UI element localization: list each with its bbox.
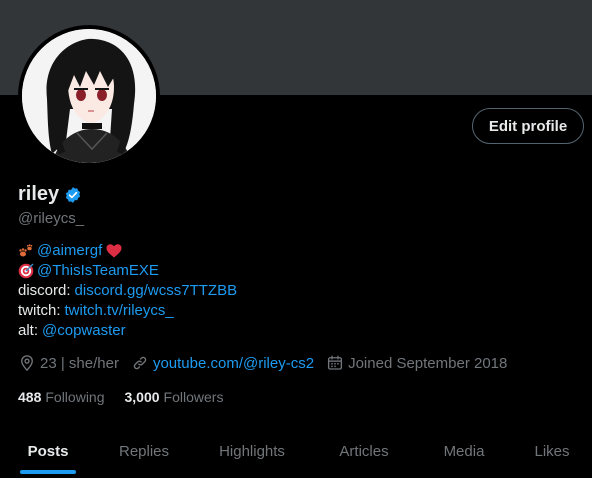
meta-website: youtube.com/@riley-cs2 <box>131 354 314 372</box>
followers-link[interactable]: 3,000 Followers <box>125 389 224 405</box>
tab-articles[interactable]: Articles <box>312 425 416 478</box>
link-icon <box>133 356 147 370</box>
meta-location-text: 23 | she/her <box>40 354 119 372</box>
tab-posts[interactable]: Posts <box>0 425 96 478</box>
bio-mention-aimergf[interactable]: @aimergf <box>37 241 102 261</box>
location-pin-icon <box>21 355 33 372</box>
bio-alt-label: alt: <box>18 322 39 339</box>
following-link[interactable]: 488 Following <box>18 389 105 405</box>
tab-highlights-label: Highlights <box>219 443 285 460</box>
bio-line-twitch: twitch: twitch.tv/rileycs_ <box>18 301 237 321</box>
meta-location: 23 | she/her <box>18 354 119 372</box>
bio-line-2: @ThisIsTeamEXE <box>18 261 237 281</box>
handle: @rileycs_ <box>18 210 85 227</box>
active-tab-indicator <box>20 470 76 474</box>
avatar-image <box>22 29 156 163</box>
meta-website-link[interactable]: youtube.com/@riley-cs2 <box>153 355 314 372</box>
tab-posts-label: Posts <box>27 443 69 460</box>
following-count: 488 <box>18 389 42 405</box>
bio: @aimergf @ThisIsTeamEXE discord: discord… <box>18 241 237 341</box>
following-label: Following <box>45 389 105 405</box>
tab-articles-label: Articles <box>339 443 389 460</box>
tab-media-label: Media <box>443 443 485 460</box>
bio-line-discord: discord: discord.gg/wcss7TTZBB <box>18 281 237 301</box>
tab-likes[interactable]: Likes <box>512 425 592 478</box>
target-icon <box>18 263 34 279</box>
bio-alt-link[interactable]: @copwaster <box>42 321 126 341</box>
bio-discord-label: discord: <box>18 282 71 299</box>
followers-count: 3,000 <box>124 389 160 405</box>
tab-media[interactable]: Media <box>416 425 512 478</box>
profile-tabs: Posts Replies Highlights Articles Media … <box>0 425 592 478</box>
bio-line-1: @aimergf <box>18 241 237 261</box>
avatar[interactable] <box>18 25 160 167</box>
bio-discord-link[interactable]: discord.gg/wcss7TTZBB <box>75 281 238 301</box>
bio-twitch-label: twitch: <box>18 302 61 319</box>
tab-replies[interactable]: Replies <box>96 425 192 478</box>
meta-joined: Joined September 2018 <box>326 354 507 372</box>
paw-prints-icon <box>19 244 33 257</box>
display-name: riley <box>18 183 60 205</box>
bio-line-alt: alt: @copwaster <box>18 321 237 341</box>
tab-replies-label: Replies <box>118 443 170 460</box>
profile-meta: 23 | she/her youtube.com/@riley-cs2 Join… <box>18 354 519 372</box>
bio-mention-teamexe[interactable]: @ThisIsTeamEXE <box>37 261 159 281</box>
bio-twitch-link[interactable]: twitch.tv/rileycs_ <box>65 301 174 321</box>
red-heart-icon <box>106 244 122 258</box>
display-name-row: riley <box>18 183 82 206</box>
tab-likes-label: Likes <box>534 443 570 460</box>
follow-stats: 488 Following 3,000 Followers <box>18 389 243 405</box>
followers-label: Followers <box>163 389 224 405</box>
calendar-icon <box>328 355 343 370</box>
edit-profile-button[interactable]: Edit profile <box>472 108 584 144</box>
meta-joined-text: Joined September 2018 <box>348 354 508 372</box>
tab-highlights[interactable]: Highlights <box>192 425 312 478</box>
verified-badge-icon[interactable] <box>64 186 82 204</box>
